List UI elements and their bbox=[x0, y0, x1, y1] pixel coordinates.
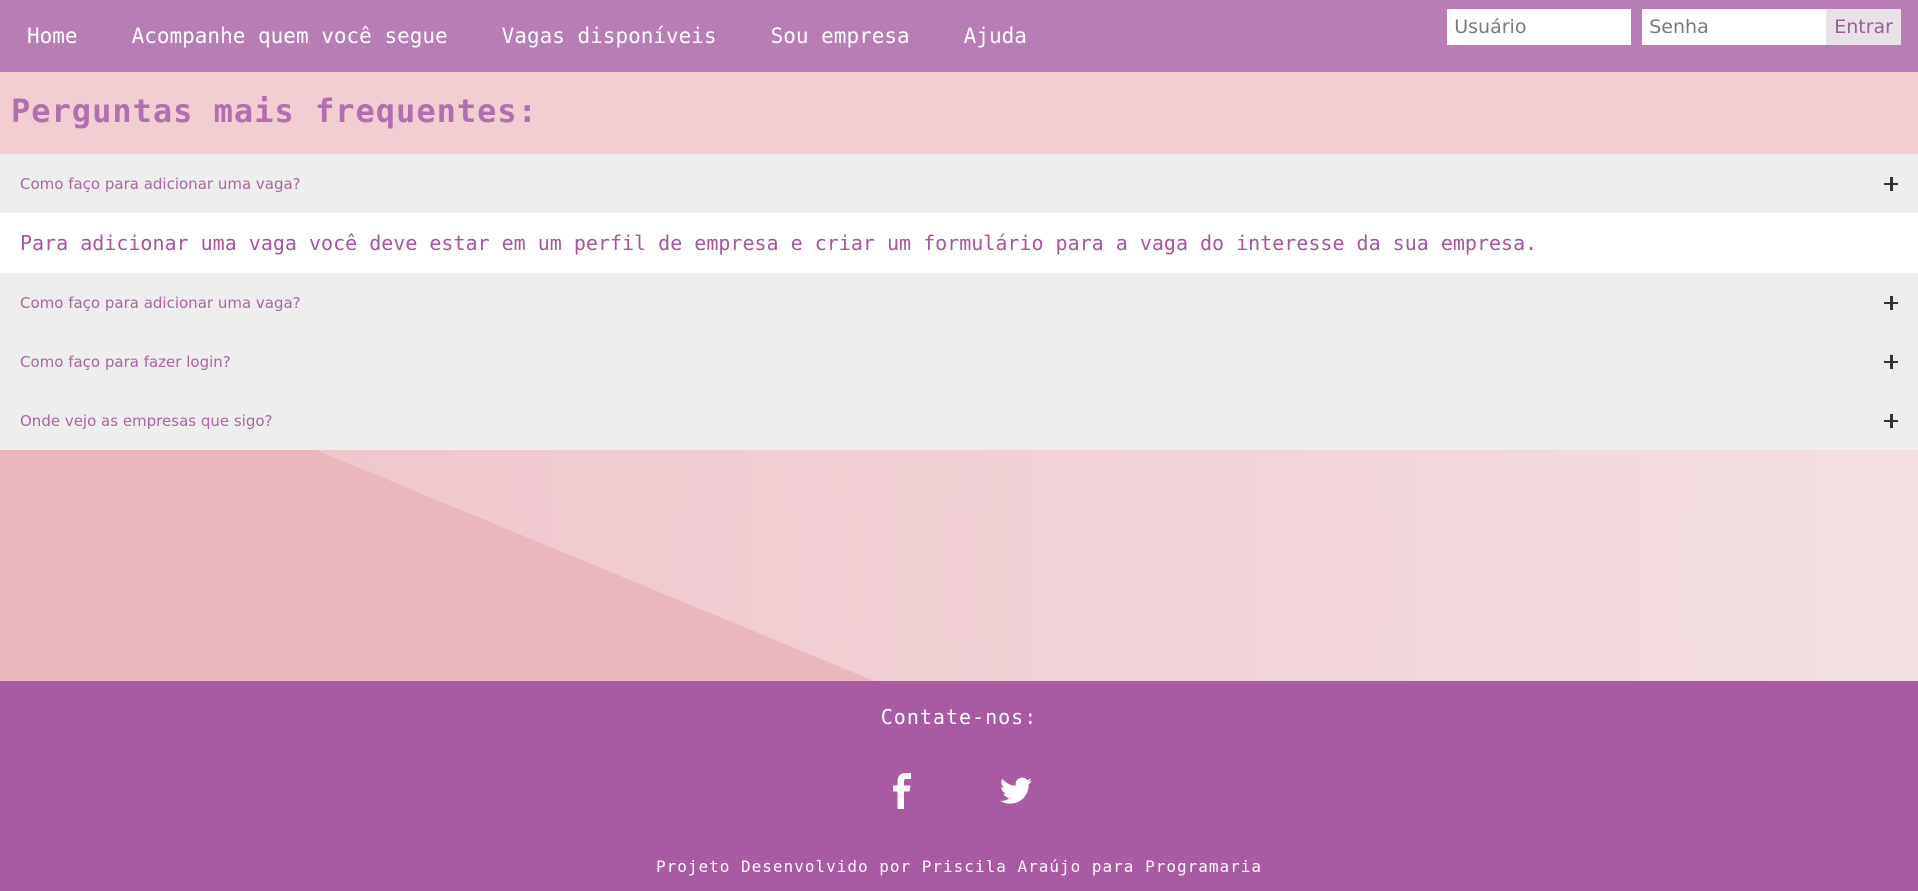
nav-link-home[interactable]: Home bbox=[0, 0, 105, 72]
nav-link-help[interactable]: Ajuda bbox=[937, 0, 1054, 72]
decorative-triangle bbox=[0, 450, 874, 681]
faq-question-1[interactable]: Como faço para adicionar uma vaga? bbox=[0, 154, 1918, 213]
plus-icon[interactable] bbox=[1884, 295, 1898, 310]
login-button[interactable]: Entrar bbox=[1826, 9, 1901, 45]
faq-question-3[interactable]: Como faço para fazer login? bbox=[0, 332, 1918, 391]
faq-header: Perguntas mais frequentes: bbox=[0, 72, 1918, 154]
password-input[interactable] bbox=[1642, 9, 1827, 45]
faq-answer-1: Para adicionar uma vaga você deve estar … bbox=[0, 213, 1918, 273]
top-navbar: Home Acompanhe quem você segue Vagas dis… bbox=[0, 0, 1918, 72]
page-title: Perguntas mais frequentes: bbox=[11, 92, 538, 130]
plus-icon[interactable] bbox=[1884, 354, 1898, 369]
twitter-icon[interactable] bbox=[1000, 777, 1032, 805]
faq-question-text: Como faço para adicionar uma vaga? bbox=[20, 293, 301, 312]
nav-link-following[interactable]: Acompanhe quem você segue bbox=[105, 0, 475, 72]
faq-question-text: Como faço para adicionar uma vaga? bbox=[20, 174, 301, 193]
decorative-background bbox=[0, 450, 1918, 681]
faq-question-2[interactable]: Como faço para adicionar uma vaga? bbox=[0, 273, 1918, 332]
faq-question-text: Como faço para fazer login? bbox=[20, 352, 231, 371]
footer-credits: Projeto Desenvolvido por Priscila Araújo… bbox=[655, 857, 1263, 876]
faq-answer-text: Para adicionar uma vaga você deve estar … bbox=[20, 231, 1538, 255]
faq-accordion: Como faço para adicionar uma vaga? Para … bbox=[0, 154, 1918, 450]
nav-link-company[interactable]: Sou empresa bbox=[744, 0, 937, 72]
social-links bbox=[0, 773, 1918, 813]
main-nav: Home Acompanhe quem você segue Vagas dis… bbox=[0, 0, 1054, 72]
facebook-icon[interactable] bbox=[890, 773, 914, 809]
faq-question-4[interactable]: Onde vejo as empresas que sigo? bbox=[0, 391, 1918, 450]
contact-title: Contate-nos: bbox=[880, 705, 1038, 729]
login-form: Entrar bbox=[1447, 9, 1901, 45]
username-input[interactable] bbox=[1447, 9, 1632, 45]
plus-icon[interactable] bbox=[1884, 413, 1898, 428]
plus-icon[interactable] bbox=[1884, 176, 1898, 191]
faq-question-text: Onde vejo as empresas que sigo? bbox=[20, 411, 273, 430]
page-footer: Contate-nos: Projeto Desenvolvido por Pr… bbox=[0, 681, 1918, 891]
nav-link-jobs[interactable]: Vagas disponíveis bbox=[475, 0, 744, 72]
